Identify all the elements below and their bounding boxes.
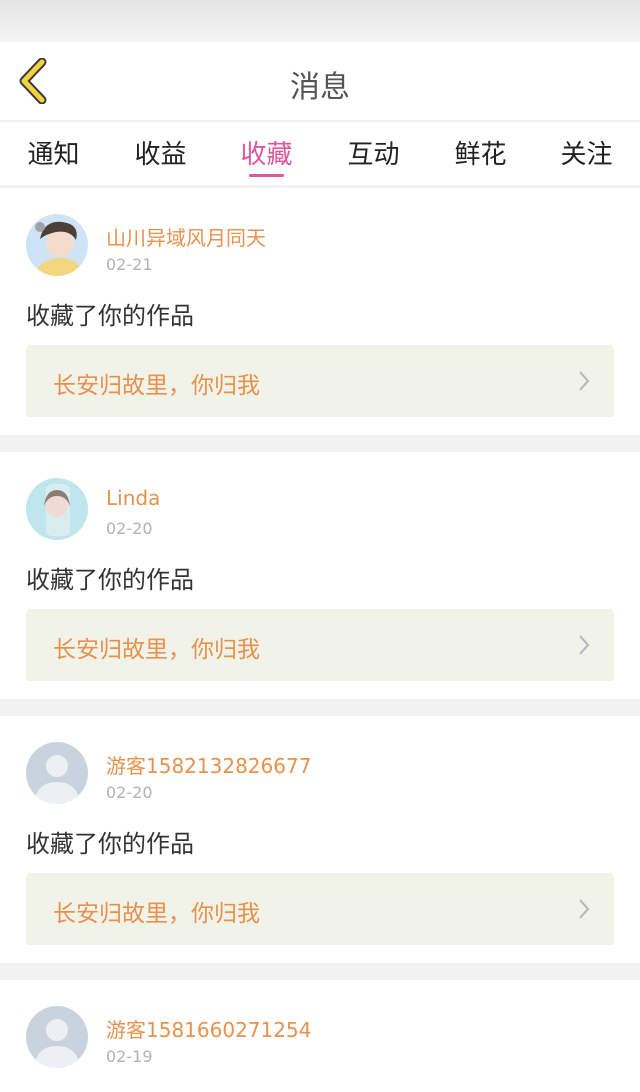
message-card: 山川异域风月同天 02-21 收藏了你的作品 长安归故里，你归我: [0, 188, 640, 435]
work-link[interactable]: 长安归故里，你归我: [26, 609, 614, 681]
message-card: 游客1582132826677 02-20 收藏了你的作品 长安归故里，你归我: [0, 716, 640, 963]
tab-bar: 通知 收益 收藏 互动 鲜花 关注: [0, 121, 640, 185]
active-tab-indicator: [249, 174, 284, 177]
user-name[interactable]: 山川异域风月同天: [106, 222, 266, 251]
message-date: 02-20: [106, 783, 153, 802]
chevron-right-icon: [579, 635, 590, 655]
header: 消息: [0, 42, 640, 120]
tab-notifications[interactable]: 通知: [0, 134, 107, 171]
work-title: 长安归故里，你归我: [53, 373, 260, 399]
work-title: 长安归故里，你归我: [53, 901, 260, 927]
message-text: 收藏了你的作品: [26, 830, 194, 858]
chevron-right-icon: [579, 899, 590, 919]
user-name[interactable]: Linda: [106, 486, 160, 510]
tab-earnings[interactable]: 收益: [107, 134, 214, 171]
message-card: Linda 02-20 收藏了你的作品 长安归故里，你归我: [0, 452, 640, 699]
tab-interactions[interactable]: 互动: [320, 134, 427, 171]
avatar[interactable]: [26, 214, 88, 276]
tab-flowers[interactable]: 鲜花: [427, 134, 534, 171]
work-link[interactable]: 长安归故里，你归我: [26, 345, 614, 417]
user-name[interactable]: 游客1582132826677: [106, 750, 311, 779]
tab-favorites-label: 收藏: [240, 140, 293, 170]
avatar[interactable]: [26, 742, 88, 804]
message-text: 收藏了你的作品: [26, 566, 194, 594]
message-date: 02-19: [106, 1047, 153, 1066]
work-title: 长安归故里，你归我: [53, 637, 260, 663]
message-card: 游客1581660271254 02-19: [0, 980, 640, 1092]
user-name[interactable]: 游客1581660271254: [106, 1014, 311, 1043]
tab-following[interactable]: 关注: [533, 134, 640, 171]
message-text: 收藏了你的作品: [26, 302, 194, 330]
avatar[interactable]: [26, 1006, 88, 1068]
page-title: 消息: [290, 70, 350, 105]
tab-favorites[interactable]: 收藏: [213, 134, 320, 177]
message-date: 02-20: [106, 519, 153, 538]
status-bar: [0, 0, 640, 42]
chevron-right-icon: [579, 371, 590, 391]
work-link[interactable]: 长安归故里，你归我: [26, 873, 614, 945]
message-date: 02-21: [106, 255, 153, 274]
avatar[interactable]: [26, 478, 88, 540]
